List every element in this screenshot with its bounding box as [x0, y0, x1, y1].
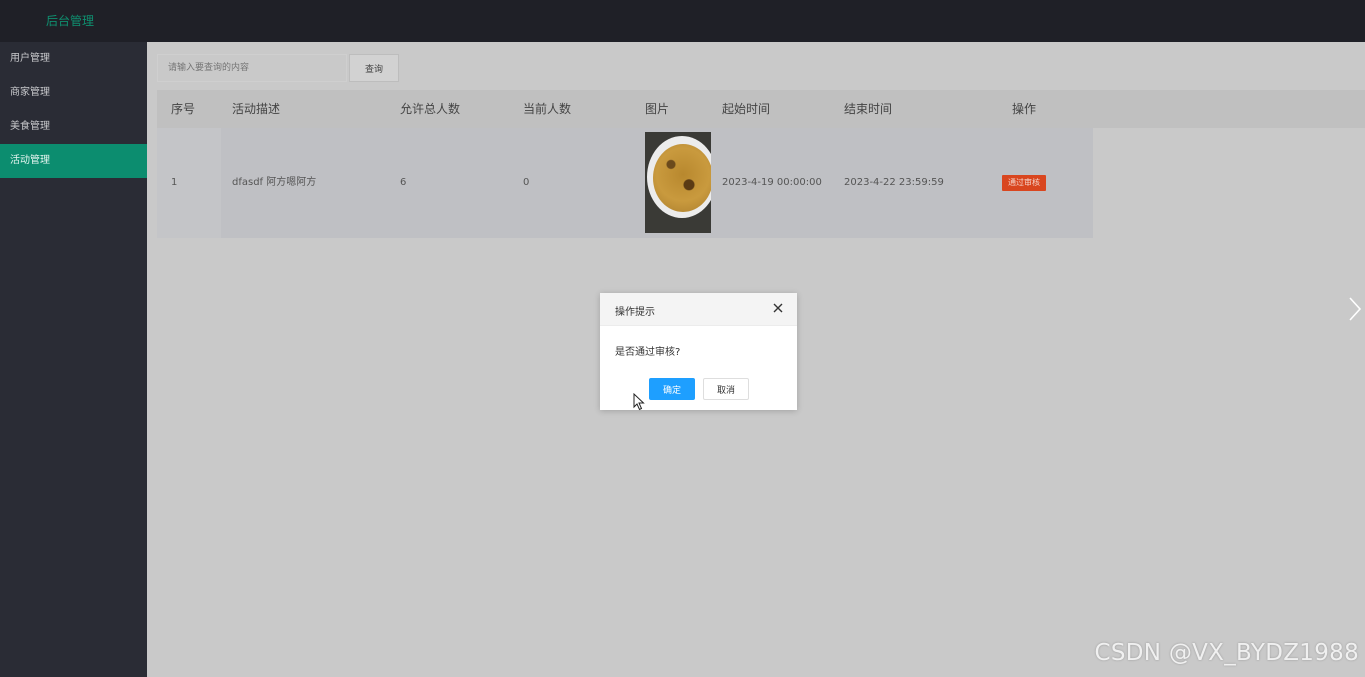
cell-index: 1 [157, 128, 221, 238]
table-row: 1 dfasdf 阿方嗯阿方 6 0 2023-4-19 00:00:00 20… [157, 128, 1093, 238]
app-title: 后台管理 [46, 14, 95, 28]
confirm-button[interactable]: 确定 [649, 378, 695, 400]
sidebar-item-users[interactable]: 用户管理 [0, 42, 147, 76]
cell-start-time: 2023-4-19 00:00:00 [722, 177, 822, 188]
column-header-index: 序号 [171, 102, 196, 116]
dialog-header: 操作提示 [600, 293, 797, 326]
cell-description: dfasdf 阿方嗯阿方 [232, 177, 317, 188]
column-header-max-people: 允许总人数 [400, 102, 461, 116]
watermark: CSDN @VX_BYDZ1988 [1094, 640, 1359, 666]
cell-current-people: 0 [523, 177, 530, 188]
table-header: 序号 活动描述 允许总人数 当前人数 图片 起始时间 结束时间 操作 [157, 90, 1365, 128]
cell-end-time: 2023-4-22 23:59:59 [844, 177, 944, 188]
cancel-button[interactable]: 取消 [703, 378, 749, 400]
sidebar-item-merchants[interactable]: 商家管理 [0, 76, 147, 110]
food-shape [653, 144, 711, 212]
sidebar-item-activities[interactable]: 活动管理 [0, 144, 147, 178]
search-button[interactable]: 查询 [349, 54, 399, 82]
close-icon[interactable] [771, 301, 785, 315]
sidebar-item-food[interactable]: 美食管理 [0, 110, 147, 144]
dialog-message: 是否通过审核? [615, 347, 681, 358]
dialog-title: 操作提示 [615, 307, 655, 318]
column-header-current-people: 当前人数 [523, 102, 572, 116]
confirm-dialog: 操作提示 是否通过审核? 确定 取消 [600, 293, 797, 410]
column-header-end-time: 结束时间 [844, 102, 893, 116]
mouse-cursor-icon [633, 393, 645, 411]
sidebar: 用户管理 商家管理 美食管理 活动管理 [0, 42, 147, 677]
column-header-start-time: 起始时间 [722, 102, 771, 116]
column-header-description: 活动描述 [232, 102, 281, 116]
activity-image [645, 132, 711, 233]
approve-button[interactable]: 通过审核 [1002, 175, 1046, 191]
column-header-image: 图片 [645, 102, 670, 116]
chevron-right-icon[interactable] [1348, 296, 1362, 322]
cell-max-people: 6 [400, 177, 407, 188]
column-header-actions: 操作 [1012, 102, 1037, 116]
top-bar: 后台管理 [0, 0, 1365, 42]
search-input[interactable] [157, 54, 347, 82]
